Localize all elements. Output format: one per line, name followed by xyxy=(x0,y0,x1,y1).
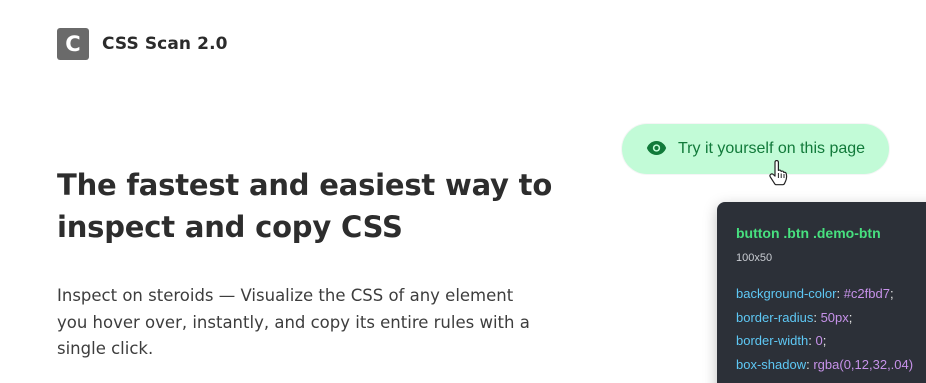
css-colon: : xyxy=(836,286,844,301)
css-property: border-radius xyxy=(736,309,814,325)
css-semicolon: ; xyxy=(848,309,853,325)
hero-subtitle: Inspect on steroids — Visualize the CSS … xyxy=(57,283,557,363)
css-colon: : xyxy=(808,333,816,348)
try-it-button-label: Try it yourself on this page xyxy=(678,140,866,157)
hand-pointer-icon xyxy=(769,160,788,186)
css-inspector-panel: button .btn .demo-btn 100x50 background-… xyxy=(717,202,926,383)
hero-subtitle-line-2: you hover over, instantly, and copy its … xyxy=(57,312,530,332)
css-semicolon: ; xyxy=(822,333,827,348)
css-value: 0 xyxy=(815,333,823,348)
css-rule-border-radius: border-radius: 50px; xyxy=(736,306,913,330)
inspector-selector-tag: button xyxy=(736,225,780,241)
brand-name: CSS Scan 2.0 xyxy=(102,34,228,54)
logo: C xyxy=(57,28,89,60)
hero-subtitle-line-1: Inspect on steroids — Visualize the CSS … xyxy=(57,286,514,305)
css-rule-box-shadow: box-shadow: rgba(0,12,32,.04) xyxy=(736,353,913,377)
hero-title: The fastest and easiest way to inspect a… xyxy=(57,164,577,248)
css-property: box-shadow xyxy=(736,356,807,372)
css-property: background-color xyxy=(736,286,837,301)
hero-subtitle-line-3: single click. xyxy=(57,339,154,358)
inspector-selector-classes: .btn .demo-btn xyxy=(779,225,881,241)
css-colon: : xyxy=(813,309,821,325)
hero-title-line-2: inspect and copy CSS xyxy=(57,210,403,244)
css-value: 50px xyxy=(820,309,849,325)
css-rule-border-width: border-width: 0; xyxy=(736,329,913,353)
page: C CSS Scan 2.0 The fastest and easiest w… xyxy=(0,0,926,383)
css-rule-background-color: background-color: #c2fbd7; xyxy=(736,282,913,306)
brand[interactable]: C CSS Scan 2.0 xyxy=(57,28,228,60)
inspector-element-size: 100x50 xyxy=(736,252,773,264)
css-semicolon: ; xyxy=(889,286,894,301)
hero-title-line-1: The fastest and easiest way to xyxy=(57,168,553,202)
eye-icon xyxy=(646,141,667,155)
css-value: rgba(0,12,32,.04) xyxy=(813,356,914,372)
try-it-button[interactable]: Try it yourself on this page xyxy=(622,124,889,174)
css-value: #c2fbd7 xyxy=(843,286,890,301)
css-property: border-width xyxy=(736,333,809,348)
inspector-selector: button .btn .demo-btn xyxy=(736,225,881,241)
inspector-rules: background-color: #c2fbd7; border-radius… xyxy=(736,282,913,376)
